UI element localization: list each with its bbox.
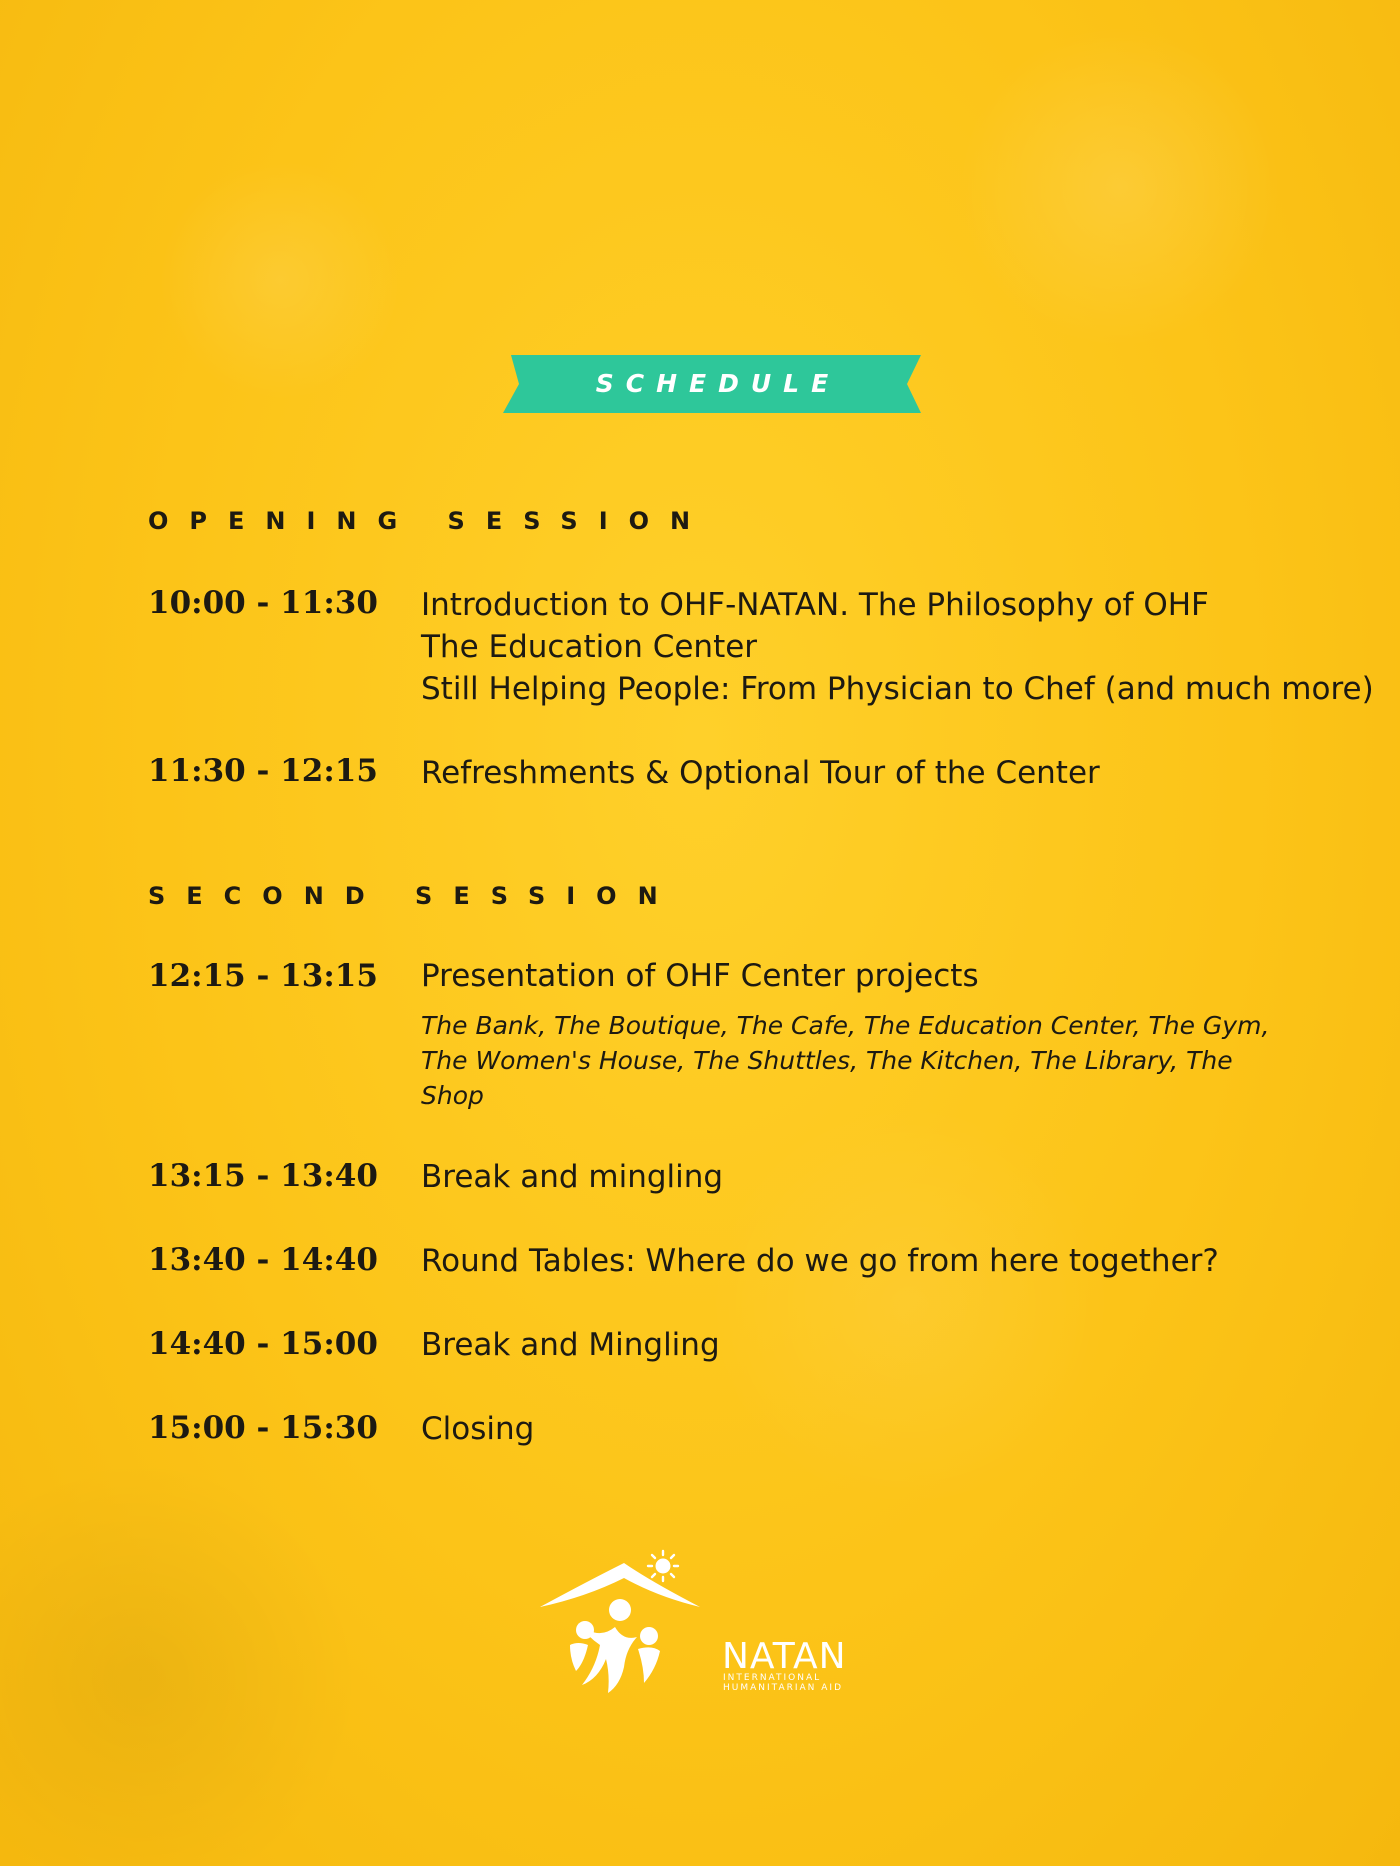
description-line: Round Tables: Where do we go from here t…	[421, 1243, 1219, 1279]
description-line: Introduction to OHF-NATAN. The Philosoph…	[421, 587, 1209, 623]
session-description-7: Closing	[421, 1408, 534, 1450]
time-slot-2: 11:30 - 12:15	[148, 753, 378, 789]
time-slot-7: 15:00 - 15:30	[148, 1410, 378, 1446]
description-line: The Education Center	[421, 629, 758, 665]
schedule-title: SCHEDULE	[595, 369, 841, 398]
description-line: Refreshments & Optional Tour of the Cent…	[421, 755, 1100, 791]
logo-tagline-line-1: INTERNATIONAL	[723, 1673, 822, 1683]
time-slot-4: 13:15 - 13:40	[148, 1158, 378, 1194]
session-description-3: Presentation of OHF Center projects	[421, 955, 979, 997]
session-description-2: Refreshments & Optional Tour of the Cent…	[421, 752, 1100, 794]
description-line: Break and Mingling	[421, 1327, 720, 1363]
logo-wordmark: NATAN	[722, 1636, 847, 1677]
session-description-1: Introduction to OHF-NATAN. The Philosoph…	[421, 584, 1374, 710]
session-description-5: Round Tables: Where do we go from here t…	[421, 1240, 1219, 1282]
description-line: Still Helping People: From Physician to …	[421, 671, 1374, 707]
time-slot-5: 13:40 - 14:40	[148, 1242, 378, 1278]
second-session-heading: SECOND SESSION	[148, 882, 679, 910]
time-slot-6: 14:40 - 15:00	[148, 1326, 378, 1362]
description-line: Break and mingling	[421, 1159, 724, 1195]
description-line: Presentation of OHF Center projects	[421, 958, 979, 994]
projects-list: The Bank, The Boutique, The Cafe, The Ed…	[421, 1011, 1270, 1110]
time-slot-1: 10:00 - 11:30	[148, 585, 378, 621]
session-description-6: Break and Mingling	[421, 1324, 720, 1366]
session-description-4: Break and mingling	[421, 1156, 723, 1198]
schedule-banner: SCHEDULE	[503, 355, 921, 413]
logo-tagline-line-2: HUMANITARIAN AID	[723, 1683, 844, 1693]
time-slot-3: 12:15 - 13:15	[148, 958, 378, 994]
natan-logo: NATAN INTERNATIONAL HUMANITARIAN AID	[540, 1545, 890, 1695]
opening-session-heading: OPENING SESSION	[148, 507, 712, 535]
description-line: Closing	[421, 1411, 535, 1447]
natan-house-family-sun-icon	[540, 1549, 700, 1693]
